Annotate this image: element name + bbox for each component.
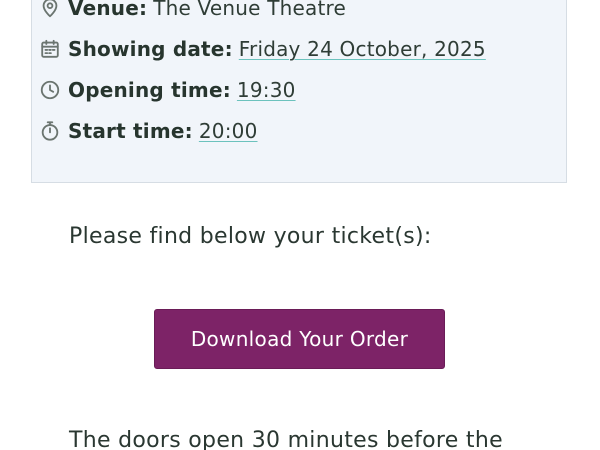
showing-date-row: Showing date: Friday 24 October, 2025 [38, 34, 486, 64]
venue-label: Venue: [68, 0, 148, 20]
location-pin-icon [38, 0, 62, 20]
calendar-icon [38, 37, 62, 61]
opening-time-value[interactable]: 19:30 [237, 78, 296, 102]
opening-time-label: Opening time: [68, 78, 231, 102]
venue-row: Venue: The Venue Theatre [38, 0, 346, 23]
stopwatch-icon [38, 119, 62, 143]
opening-time-row: Opening time: 19:30 [38, 75, 296, 105]
showing-date-value[interactable]: Friday 24 October, 2025 [239, 37, 486, 61]
tickets-intro-text: Please find below your ticket(s): [69, 224, 432, 249]
start-time-label: Start time: [68, 119, 193, 143]
clock-icon [38, 78, 62, 102]
start-time-row: Start time: 20:00 [38, 116, 258, 146]
order-confirmation-page: Venue: The Venue Theatre Showing date: F… [0, 0, 600, 450]
download-order-button[interactable]: Download Your Order [154, 309, 445, 369]
venue-value: The Venue Theatre [153, 0, 346, 20]
doors-note-text: The doors open 30 minutes before the [69, 428, 503, 450]
showing-date-label: Showing date: [68, 37, 233, 61]
start-time-value[interactable]: 20:00 [199, 119, 258, 143]
